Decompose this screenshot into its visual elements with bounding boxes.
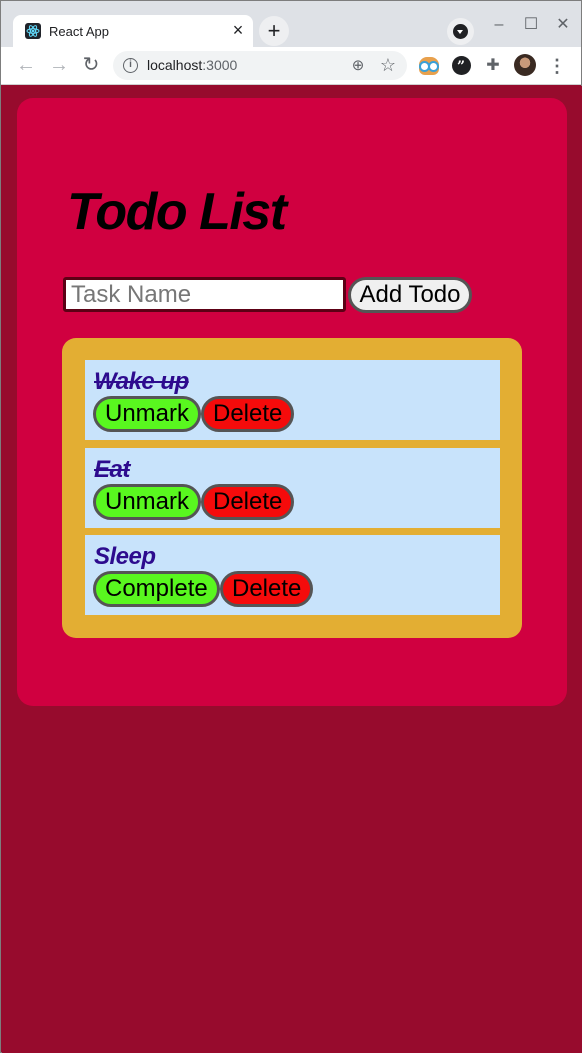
url-text: localhost:3000	[147, 57, 238, 73]
maximize-icon[interactable]: ☐	[519, 13, 543, 37]
react-favicon	[25, 23, 41, 39]
unmark-button[interactable]: Unmark	[93, 484, 202, 520]
page-viewport: Todo List Add Todo Wake up Unmark Delete…	[2, 86, 582, 1053]
info-icon[interactable]: i	[123, 58, 138, 73]
page-title: Todo List	[67, 183, 287, 241]
puzzle-icon[interactable]: ✚	[481, 54, 505, 78]
task-name-input[interactable]	[63, 277, 346, 312]
window-close-icon[interactable]: ✕	[551, 13, 575, 37]
delete-button[interactable]: Delete	[201, 396, 295, 432]
owl-extension-icon[interactable]	[417, 54, 441, 78]
tab-title: React App	[49, 24, 109, 39]
todo-item: Eat Unmark Delete	[85, 448, 500, 528]
forward-arrow-icon[interactable]: →	[46, 52, 72, 78]
unmark-button[interactable]: Unmark	[93, 396, 202, 432]
todo-item: Sleep Complete Delete	[85, 535, 500, 615]
todo-item-name: Eat	[94, 456, 130, 483]
delete-button[interactable]: Delete	[201, 484, 295, 520]
quote-extension-icon[interactable]: ”	[449, 54, 473, 78]
tab-bar: React App × + – ☐ ✕	[1, 1, 581, 49]
avatar[interactable]	[514, 54, 536, 76]
todo-app-card: Todo List Add Todo Wake up Unmark Delete…	[17, 98, 567, 706]
todo-item-name: Sleep	[94, 543, 156, 570]
menu-icon[interactable]: ⋮	[547, 54, 567, 78]
add-todo-button[interactable]: Add Todo	[348, 277, 472, 313]
browser-window: React App × + – ☐ ✕ ← → ↻ i localhost:30…	[0, 0, 582, 1053]
reload-icon[interactable]: ↻	[78, 52, 104, 78]
back-arrow-icon[interactable]: ←	[13, 52, 39, 78]
todo-list: Wake up Unmark Delete Eat Unmark Delete …	[62, 338, 522, 638]
star-icon[interactable]: ☆	[377, 54, 399, 76]
zoom-icon[interactable]: ⊕	[347, 55, 369, 77]
tab-search-icon[interactable]	[447, 18, 474, 45]
todo-item: Wake up Unmark Delete	[85, 360, 500, 440]
complete-button[interactable]: Complete	[93, 571, 220, 607]
close-icon[interactable]: ×	[229, 20, 247, 40]
todo-item-name: Wake up	[94, 368, 189, 395]
address-bar[interactable]: i localhost:3000 ⊕ ☆	[113, 51, 407, 80]
tab-react-app[interactable]: React App ×	[13, 15, 253, 49]
delete-button[interactable]: Delete	[220, 571, 314, 607]
minimize-icon[interactable]: –	[487, 13, 511, 37]
browser-toolbar: ← → ↻ i localhost:3000 ⊕ ☆ ” ✚ ⋮	[1, 47, 581, 85]
new-tab-button[interactable]: +	[259, 16, 289, 46]
